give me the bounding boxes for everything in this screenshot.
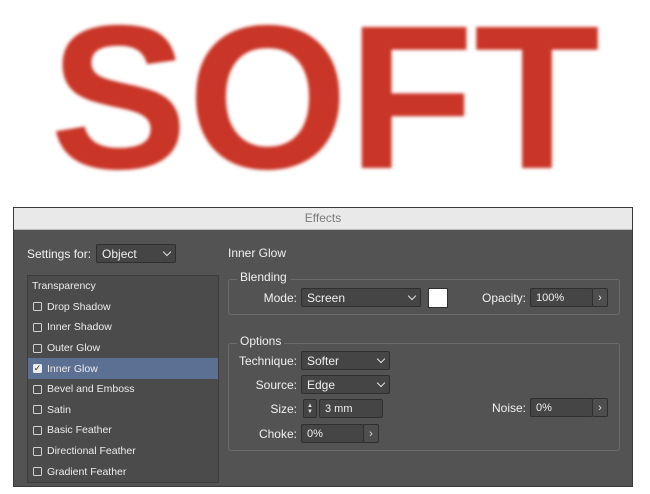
sidebar-item-label: Satin xyxy=(47,403,71,416)
sidebar-item-transparency[interactable]: Transparency xyxy=(28,276,218,297)
noise-menu-button[interactable]: › xyxy=(592,398,608,417)
settings-for-value: Object xyxy=(102,246,137,261)
checkbox[interactable] xyxy=(33,343,42,353)
chevron-right-icon: › xyxy=(369,427,373,440)
hero-text-area: SOFT xyxy=(0,0,650,190)
size-label: Size: xyxy=(270,402,297,416)
sidebar-item-outer-glow[interactable]: Outer Glow xyxy=(28,338,218,359)
blending-legend: Blending xyxy=(237,270,290,284)
sidebar-item-label: Directional Feather xyxy=(47,445,136,458)
checkbox[interactable] xyxy=(33,467,42,477)
noise-field[interactable]: 0% xyxy=(530,398,593,417)
sidebar-item-label: Basic Feather xyxy=(47,424,112,437)
sidebar-item-label: Gradient Feather xyxy=(47,465,127,478)
opacity-label: Opacity: xyxy=(481,291,526,305)
hero-text-graphic: SOFT xyxy=(50,0,600,190)
noise-value: 0% xyxy=(536,401,552,414)
choke-label: Choke: xyxy=(258,427,297,441)
size-value: 3 mm xyxy=(325,402,353,415)
mode-value: Screen xyxy=(307,290,346,305)
sidebar-item-inner-shadow[interactable]: Inner Shadow xyxy=(28,317,218,338)
checkbox[interactable] xyxy=(33,302,42,312)
settings-for-select[interactable]: Object xyxy=(96,244,177,263)
checkbox[interactable] xyxy=(33,322,42,332)
sidebar-item-satin[interactable]: Satin xyxy=(28,400,218,421)
choke-value: 0% xyxy=(307,427,323,440)
technique-label: Technique: xyxy=(238,354,297,368)
technique-value: Softer xyxy=(307,353,340,368)
chevron-right-icon: › xyxy=(598,401,602,414)
settings-for-row: Settings for: Object xyxy=(27,244,177,263)
checkbox[interactable] xyxy=(33,405,42,415)
size-stepper[interactable]: ▲ ▼ xyxy=(303,399,317,418)
source-value: Edge xyxy=(307,377,336,392)
sidebar-item-label: Outer Glow xyxy=(47,342,101,355)
effects-dialog: Effects Settings for: Object Transparenc… xyxy=(13,207,633,487)
checkbox-checked[interactable]: ✓ xyxy=(33,364,42,374)
opacity-value: 100% xyxy=(536,291,565,304)
effects-sidebar: Transparency Drop Shadow Inner Shadow Ou… xyxy=(27,275,219,483)
sidebar-item-directional-feather[interactable]: Directional Feather xyxy=(28,441,218,462)
checkbox[interactable] xyxy=(33,446,42,456)
sidebar-item-label: Inner Shadow xyxy=(47,321,112,334)
glow-color-swatch[interactable] xyxy=(428,288,448,308)
sidebar-item-gradient-feather[interactable]: Gradient Feather xyxy=(28,461,218,482)
sidebar-item-basic-feather[interactable]: Basic Feather xyxy=(28,420,218,441)
chevron-down-icon xyxy=(376,378,386,388)
checkbox[interactable] xyxy=(33,425,42,435)
sidebar-item-label: Bevel and Emboss xyxy=(47,383,135,396)
choke-field[interactable]: 0% xyxy=(301,424,364,443)
sidebar-item-label: Transparency xyxy=(32,280,96,293)
chevron-down-icon xyxy=(162,247,172,257)
dialog-title: Effects xyxy=(14,208,632,230)
sidebar-item-label: Inner Glow xyxy=(47,362,98,375)
mode-select[interactable]: Screen xyxy=(301,288,421,307)
hero-word: SOFT xyxy=(50,0,600,190)
sidebar-item-bevel-and-emboss[interactable]: Bevel and Emboss xyxy=(28,379,218,400)
source-label: Source: xyxy=(255,378,297,392)
mode-label: Mode: xyxy=(263,291,297,305)
options-legend: Options xyxy=(237,334,285,348)
checkbox[interactable] xyxy=(33,384,42,394)
chevron-down-icon xyxy=(407,291,417,301)
chevron-down-icon xyxy=(376,354,386,364)
opacity-menu-button[interactable]: › xyxy=(592,288,608,307)
section-title: Inner Glow xyxy=(228,246,287,260)
sidebar-item-label: Drop Shadow xyxy=(47,300,111,313)
sidebar-item-drop-shadow[interactable]: Drop Shadow xyxy=(28,297,218,318)
stepper-down-icon: ▼ xyxy=(307,408,313,415)
settings-for-label: Settings for: xyxy=(27,246,92,261)
source-select[interactable]: Edge xyxy=(301,375,390,394)
choke-menu-button[interactable]: › xyxy=(363,424,379,443)
technique-select[interactable]: Softer xyxy=(301,351,390,370)
chevron-right-icon: › xyxy=(598,291,602,304)
opacity-field[interactable]: 100% xyxy=(530,288,593,307)
size-field[interactable]: 3 mm xyxy=(319,399,383,418)
sidebar-item-inner-glow[interactable]: ✓ Inner Glow xyxy=(28,358,218,379)
noise-label: Noise: xyxy=(491,401,526,415)
